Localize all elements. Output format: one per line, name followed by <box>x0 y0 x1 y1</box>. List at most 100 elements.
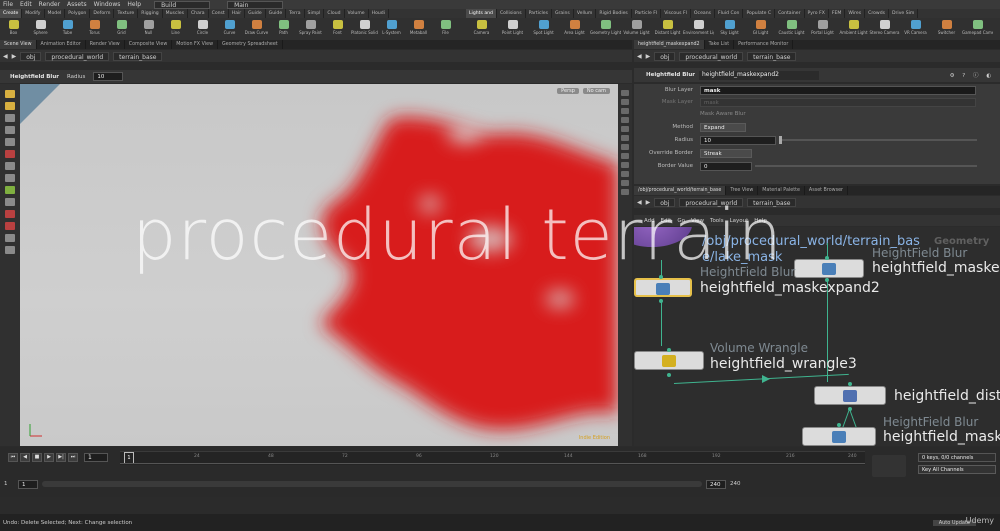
shelf-tab-17[interactable]: Houdi <box>369 9 389 18</box>
shelf-tool-shelf_tools_left-11[interactable]: Spray Paint <box>297 18 324 40</box>
shelf-tab-right-4[interactable]: Vellum <box>574 9 597 18</box>
tab-scene-view[interactable]: Scene View <box>0 40 37 49</box>
shelf-tab-12[interactable]: Guide <box>266 9 287 18</box>
blur-layer-field[interactable]: mask <box>700 85 976 95</box>
shelf-tab-right-15[interactable]: Crowds <box>865 9 889 18</box>
shelf-tool-shelf_tools_left-16[interactable]: File <box>432 18 459 40</box>
magnet-snap-icon[interactable] <box>5 210 15 218</box>
shelf-tool-shelf_tools_left-3[interactable]: Torus <box>81 18 108 40</box>
menu-render[interactable]: Render <box>39 1 60 8</box>
display-toggle-icon[interactable] <box>621 90 629 96</box>
safe-area-icon[interactable] <box>621 180 629 186</box>
node-heightfield-maske[interactable] <box>794 259 864 278</box>
mask-aware-blur-toggle[interactable]: Mask Aware Blur <box>700 111 746 117</box>
paint-tool-icon[interactable] <box>5 198 15 206</box>
grid-icon[interactable] <box>621 171 629 177</box>
node-output-port[interactable] <box>659 299 663 303</box>
shelf-tool-shelf_tools_left-13[interactable]: Platonic Solids <box>351 18 378 40</box>
timeline-track[interactable]: 1 24 48 72 96 120 144 168 192 216 240 <box>120 451 865 465</box>
jump-end-icon[interactable]: ⏭ <box>68 453 78 462</box>
shelf-tab-right-12[interactable]: Pyro FX <box>805 9 829 18</box>
radius-param-field[interactable]: 10 <box>700 135 776 145</box>
shelf-tool-shelf_tools_right-13[interactable]: Stereo Camera <box>869 18 900 40</box>
override-border-dropdown[interactable]: Streak <box>700 148 752 158</box>
shelf-tool-shelf_tools_left-6[interactable]: Line <box>162 18 189 40</box>
border-value-slider[interactable] <box>755 165 977 167</box>
shelf-tool-shelf_tools_left-5[interactable]: Null <box>135 18 162 40</box>
node-name-field[interactable]: heightfield_maskexpand2 <box>698 70 819 80</box>
move-tool-icon[interactable] <box>5 102 15 110</box>
shelf-tab-5[interactable]: Texture <box>114 9 139 18</box>
shelf-tab-right-6[interactable]: Particle Fl <box>632 9 662 18</box>
back-arrow-icon[interactable]: ◀ <box>637 53 642 60</box>
shelf-tab-13[interactable]: Terra <box>286 9 305 18</box>
tab-motion-fx-view[interactable]: Motion FX View <box>172 40 218 49</box>
shelf-tool-shelf_tools_right-16[interactable]: Gamepad Camera <box>962 18 993 40</box>
tab-params[interactable]: heightfield_maskexpand2 <box>634 40 705 49</box>
tab-composite-view[interactable]: Composite View <box>125 40 173 49</box>
brush-tool-icon[interactable] <box>5 186 15 194</box>
shelf-tab-right-13[interactable]: FEM <box>829 9 846 18</box>
keyframe-tools[interactable] <box>872 455 906 477</box>
node-heightfield-maskexpand2[interactable] <box>634 278 692 297</box>
snap-icon[interactable] <box>5 174 15 182</box>
node-heightfield-wrangle3[interactable] <box>634 351 704 370</box>
shelf-tool-shelf_tools_left-2[interactable]: Tube <box>54 18 81 40</box>
shelf-tool-shelf_tools_right-7[interactable]: Environment Light <box>683 18 714 40</box>
path-obj[interactable]: obj <box>654 51 676 61</box>
camera-icon[interactable] <box>5 246 15 254</box>
select-tool-icon[interactable] <box>5 90 15 98</box>
range-end-field[interactable]: 240 <box>706 479 726 489</box>
shelf-tool-shelf_tools_right-2[interactable]: Spot Light <box>528 18 559 40</box>
shelf-tool-shelf_tools_left-4[interactable]: Grid <box>108 18 135 40</box>
shelf-tab-right-1[interactable]: Collisions <box>497 9 526 18</box>
scale-tool-icon[interactable] <box>5 126 15 134</box>
shelf-tool-shelf_tools_right-12[interactable]: Ambient Light <box>838 18 869 40</box>
step-back-icon[interactable]: ◀ <box>20 453 30 462</box>
shelf-tab-7[interactable]: Muscles <box>163 9 188 18</box>
menu-assets[interactable]: Assets <box>67 1 87 8</box>
shelf-tool-shelf_tools_left-15[interactable]: Metaball <box>405 18 432 40</box>
desktop-select-main[interactable]: Main <box>227 0 284 9</box>
background-icon[interactable] <box>621 153 629 159</box>
path-obj[interactable]: obj <box>20 51 42 61</box>
step-forward-icon[interactable]: ▶| <box>56 453 66 462</box>
shelf-tab-3[interactable]: Polygon <box>65 9 91 18</box>
method-dropdown[interactable]: Expand <box>700 122 746 132</box>
rotate-tool-icon[interactable] <box>5 114 15 122</box>
menu-windows[interactable]: Windows <box>94 1 121 8</box>
radius-slider-handle[interactable] <box>779 136 782 144</box>
shelf-tool-shelf_tools_left-10[interactable]: Path <box>270 18 297 40</box>
guides-icon[interactable] <box>621 162 629 168</box>
shelf-tab-1[interactable]: Modify <box>22 9 45 18</box>
path-procedural-world[interactable]: procedural_world <box>679 51 744 61</box>
shelf-tool-shelf_tools_right-3[interactable]: Area Light <box>559 18 590 40</box>
menu-help[interactable]: Help <box>127 1 141 8</box>
forward-arrow-icon[interactable]: ▶ <box>12 53 17 60</box>
tab-geometry-spreadsheet[interactable]: Geometry Spreadsheet <box>218 40 283 49</box>
radius-field[interactable]: 10 <box>93 72 124 81</box>
shelf-tool-shelf_tools_left-9[interactable]: Draw Curve <box>243 18 270 40</box>
tab-animation-editor[interactable]: Animation Editor <box>37 40 86 49</box>
node-output-port[interactable] <box>667 373 671 377</box>
mask-layer-field[interactable]: mask <box>700 97 976 107</box>
shading-icon[interactable] <box>621 99 629 105</box>
stop-icon[interactable]: ■ <box>32 453 42 462</box>
shelf-tool-shelf_tools_right-15[interactable]: Switcher <box>931 18 962 40</box>
border-value-field[interactable]: 0 <box>700 161 752 171</box>
node-input-port[interactable] <box>837 423 841 427</box>
shelf-tool-shelf_tools_right-8[interactable]: Sky Light <box>714 18 745 40</box>
node-input-port[interactable] <box>825 256 829 260</box>
path-terrain-base[interactable]: terrain_base <box>747 51 797 61</box>
wireframe-icon[interactable] <box>621 108 629 114</box>
desktop-select[interactable]: Build <box>154 0 211 9</box>
handle-tool-icon[interactable] <box>5 138 15 146</box>
forward-arrow-icon[interactable]: ▶ <box>646 53 651 60</box>
shelf-tool-shelf_tools_left-7[interactable]: Circle <box>189 18 216 40</box>
shelf-tool-shelf_tools_right-1[interactable]: Point Light <box>497 18 528 40</box>
shelf-tool-shelf_tools_right-14[interactable]: VR Camera <box>900 18 931 40</box>
shelf-tab-14[interactable]: Simpl <box>305 9 325 18</box>
shelf-tool-shelf_tools_right-9[interactable]: GI Light <box>745 18 776 40</box>
shelf-tool-shelf_tools_left-12[interactable]: Font <box>324 18 351 40</box>
shelf-tab-right-7[interactable]: Viscous Fl <box>661 9 691 18</box>
